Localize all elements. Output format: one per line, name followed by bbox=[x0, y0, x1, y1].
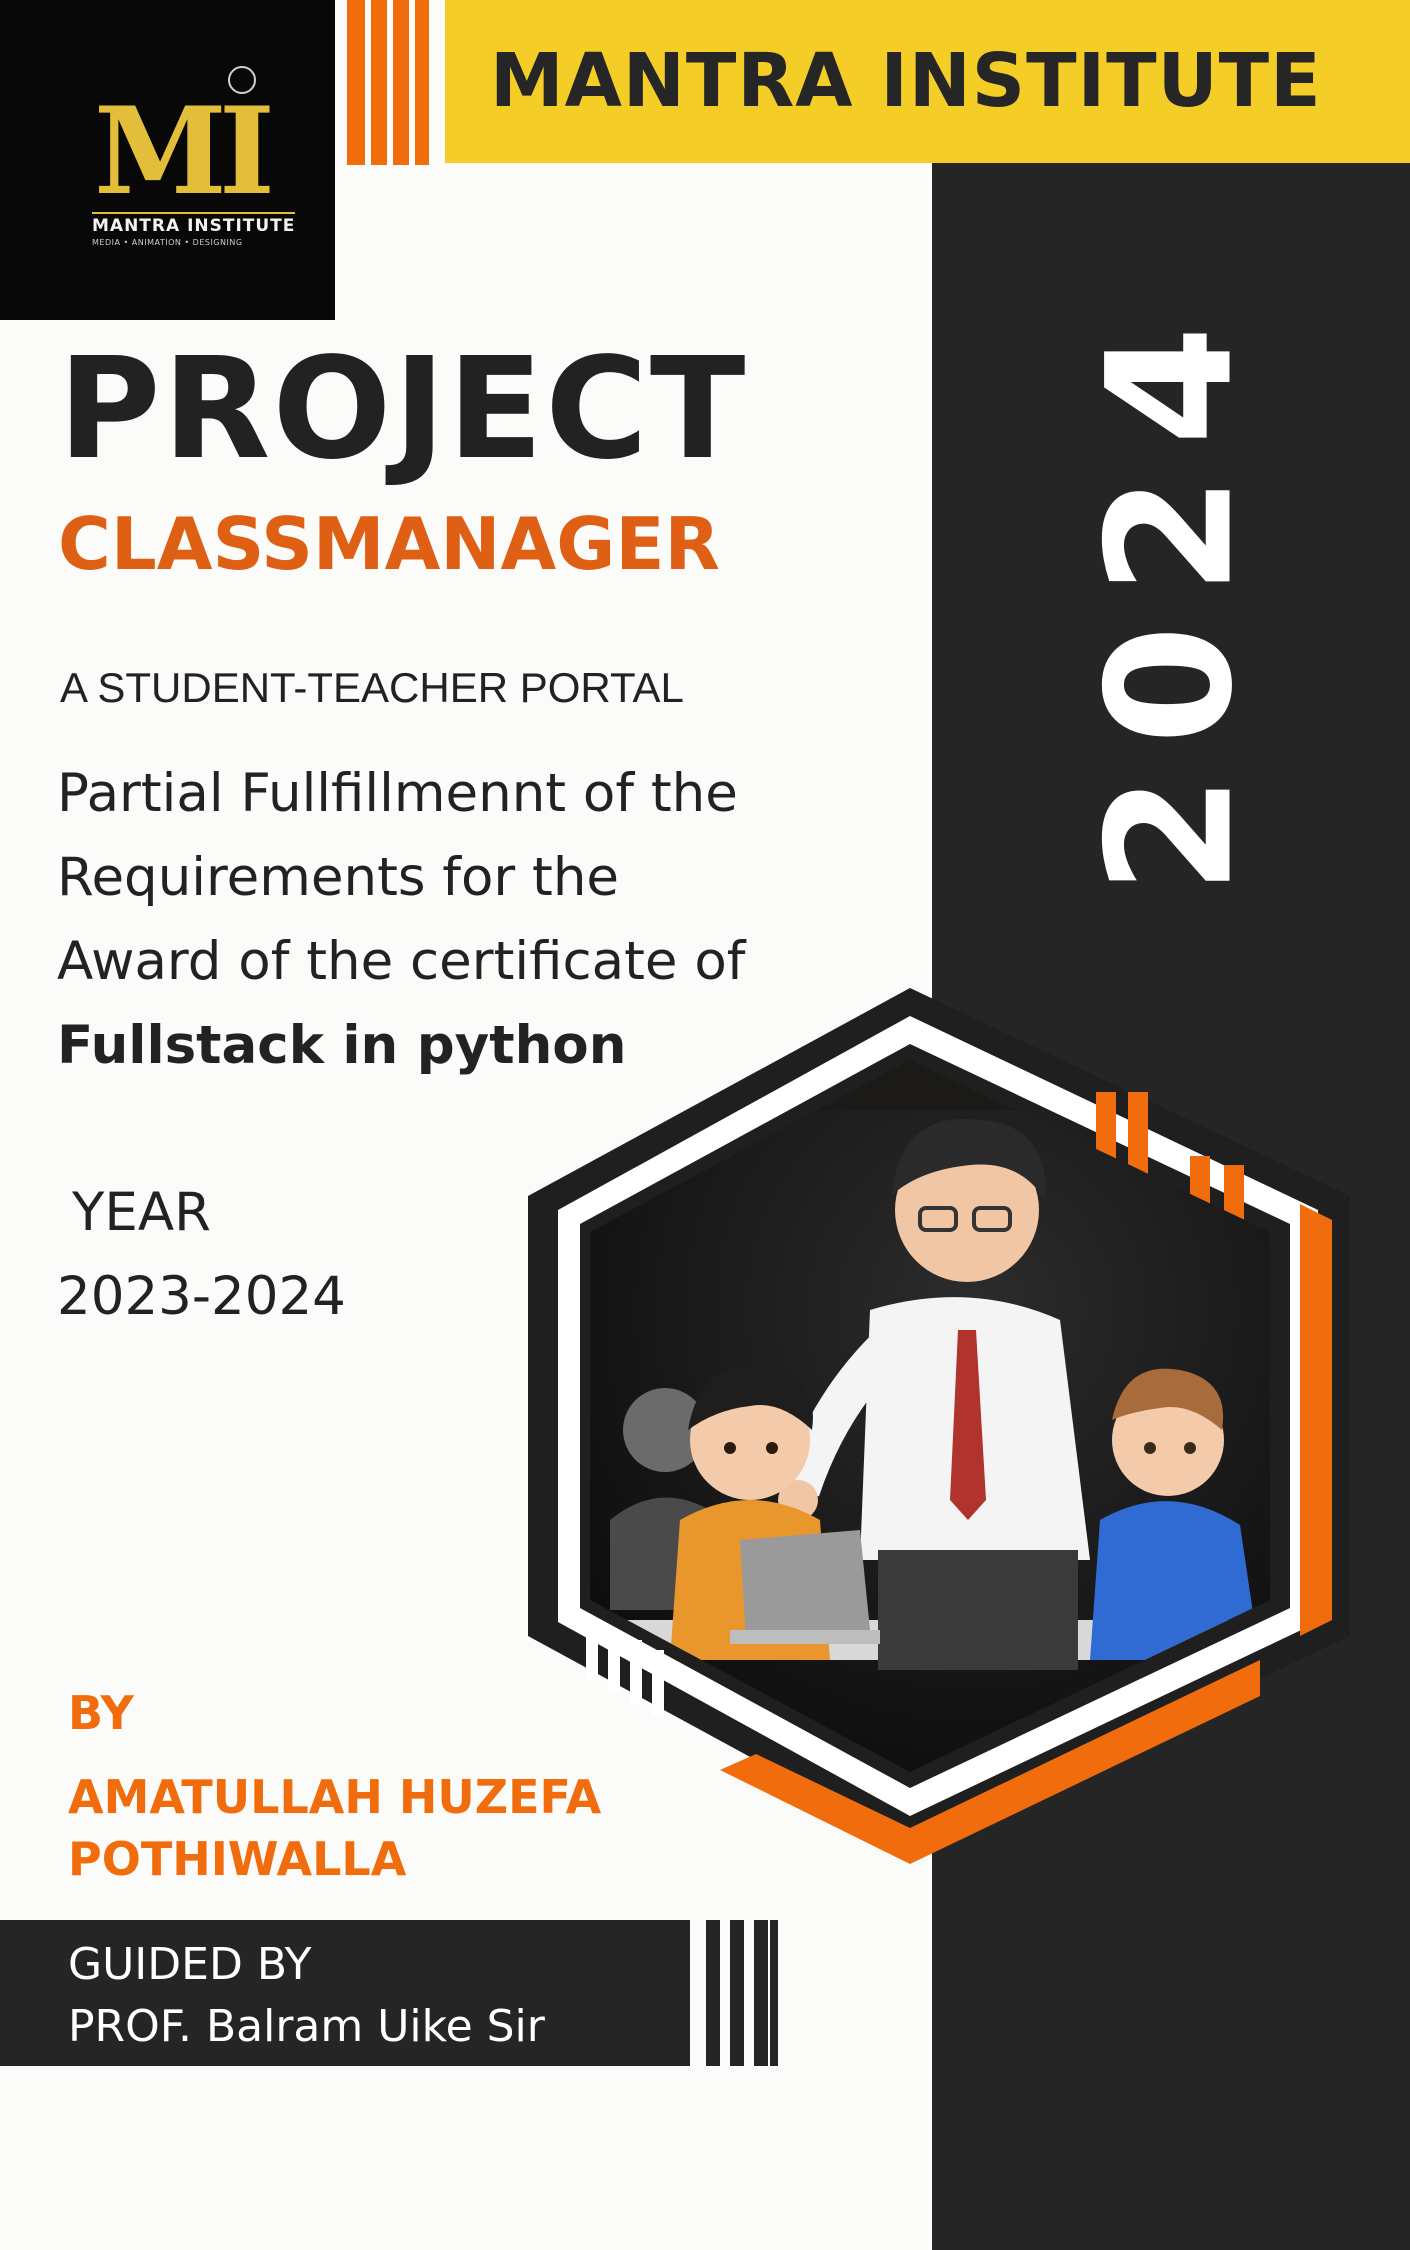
year-label: YEAR bbox=[72, 1182, 211, 1243]
guide-name: PROF. Balram Uike Sir bbox=[68, 2001, 545, 2052]
guide-stripe-4 bbox=[770, 1920, 778, 2066]
top-stripe-3 bbox=[393, 0, 409, 165]
guide-stripe-2 bbox=[730, 1920, 744, 2066]
guide-stripe-1 bbox=[706, 1920, 720, 2066]
project-tagline: A STUDENT-TEACHER PORTAL bbox=[60, 664, 684, 711]
logo-tagline: MEDIA • ANIMATION • DESIGNING bbox=[92, 238, 243, 247]
description-line: Requirements for the bbox=[57, 847, 620, 908]
project-name: CLASSMANAGER bbox=[58, 502, 720, 586]
top-stripe-1 bbox=[347, 0, 365, 165]
description-line: Partial Fullfillmennt of the bbox=[57, 763, 738, 824]
year-range: 2023-2024 bbox=[57, 1266, 346, 1327]
institute-logo: MI MANTRA INSTITUTE MEDIA • ANIMATION • … bbox=[0, 0, 335, 320]
top-stripe-4 bbox=[415, 0, 429, 165]
logo-name: MANTRA INSTITUTE bbox=[92, 212, 296, 236]
author-name: AMATULLAH HUZEFA POTHIWALLA bbox=[68, 1766, 601, 1890]
logo-monogram: MI bbox=[94, 81, 275, 222]
vertical-year: 2024 bbox=[1069, 295, 1271, 895]
top-stripe-2 bbox=[371, 0, 387, 165]
author-by-label: BY bbox=[68, 1686, 134, 1740]
author-name-line: POTHIWALLA bbox=[68, 1832, 407, 1886]
cover-page: MI MANTRA INSTITUTE MEDIA • ANIMATION • … bbox=[0, 0, 1410, 2250]
guide-info: GUIDED BY PROF. Balram Uike Sir bbox=[68, 1934, 545, 2058]
page-title: PROJECT bbox=[58, 328, 748, 491]
author-name-line: AMATULLAH HUZEFA bbox=[68, 1770, 602, 1824]
guide-stripe-3 bbox=[754, 1920, 768, 2066]
institute-name: MANTRA INSTITUTE bbox=[490, 38, 1322, 124]
guide-label: GUIDED BY bbox=[68, 1939, 312, 1990]
hexagon-illustration bbox=[528, 988, 1350, 1864]
logo-seal-icon bbox=[228, 66, 256, 94]
